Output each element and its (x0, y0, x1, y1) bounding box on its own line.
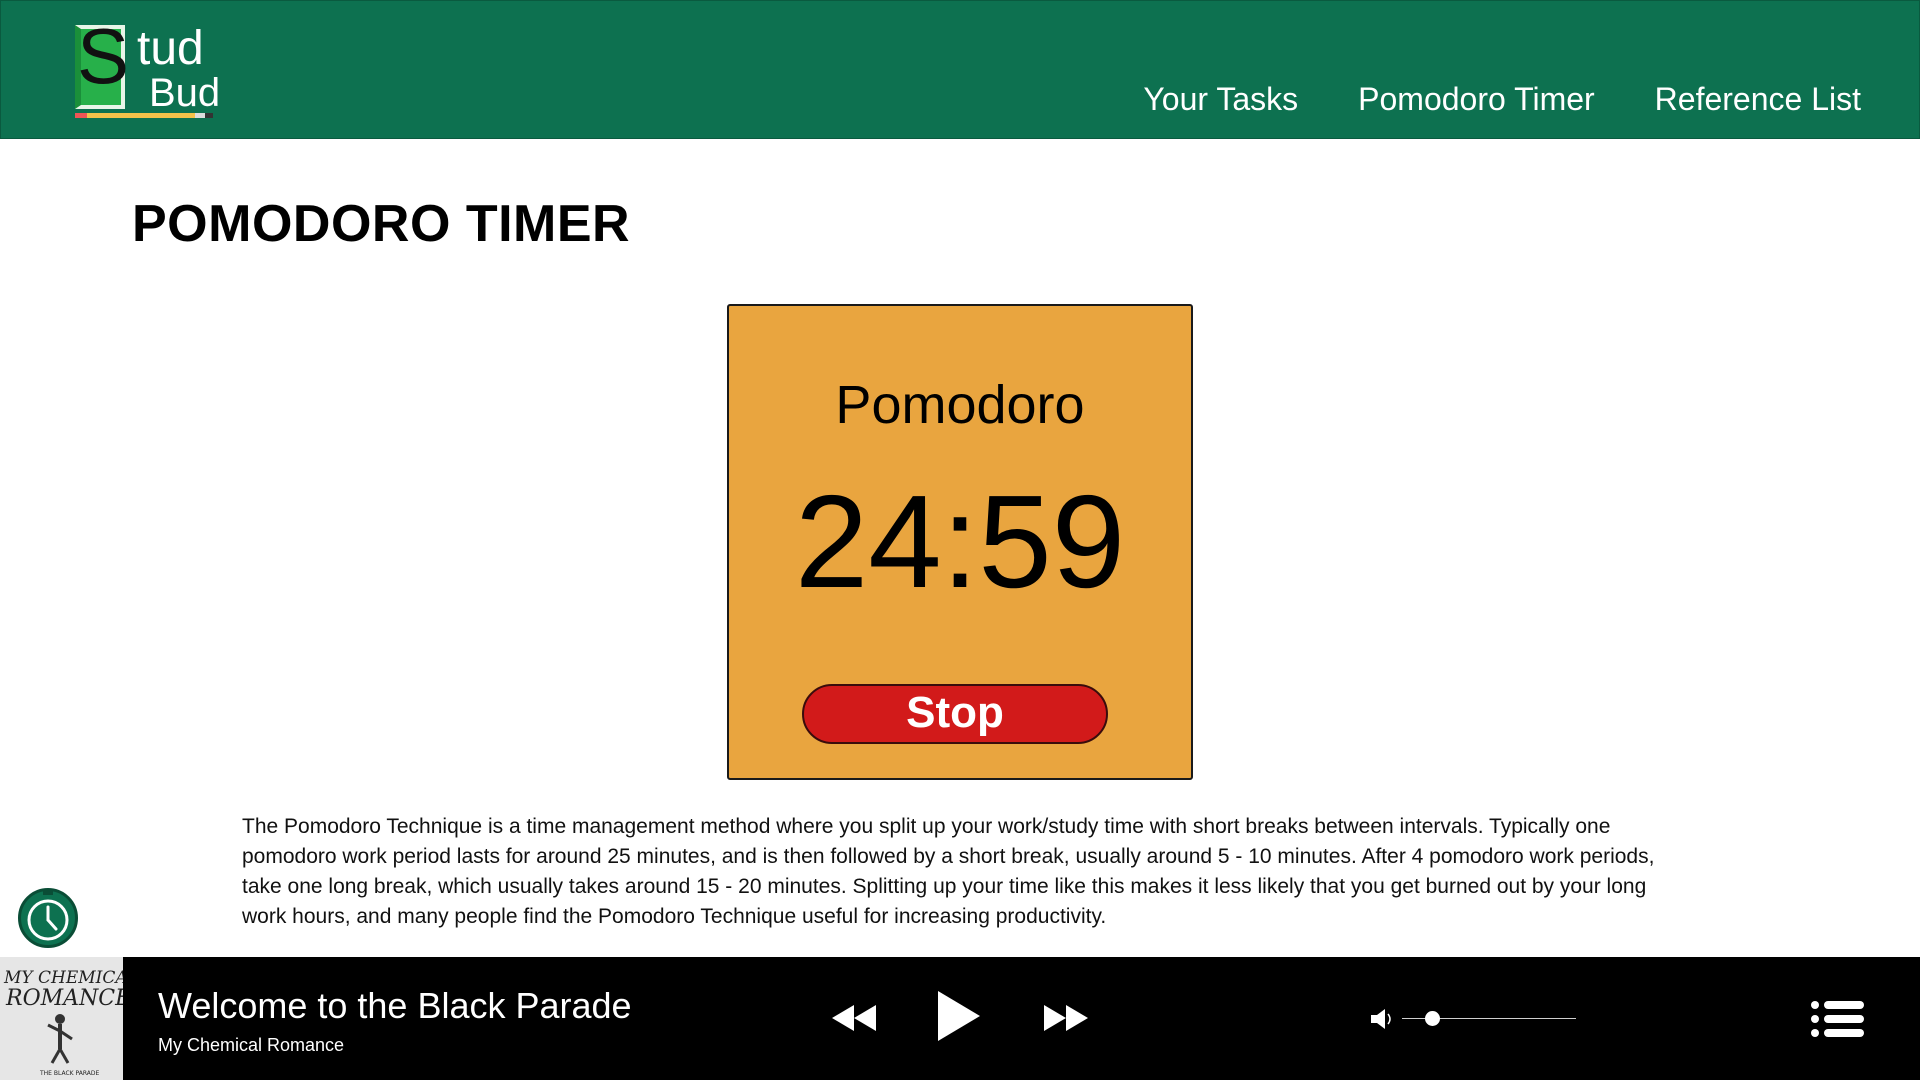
logo-line-1: tud (137, 22, 204, 75)
rewind-icon[interactable] (830, 1001, 878, 1035)
timer-card: Pomodoro 24:59 Stop (727, 304, 1193, 780)
nav-pomodoro-timer[interactable]: Pomodoro Timer (1358, 81, 1595, 118)
volume-slider-knob[interactable] (1424, 1011, 1440, 1026)
page-title: POMODORO TIMER (132, 195, 631, 253)
main-nav: Your Tasks Pomodoro Timer Reference List (1143, 81, 1861, 118)
timer-mode-label: Pomodoro (835, 375, 1085, 435)
album-band-text-2: ROMANCE (5, 986, 123, 1011)
pomodoro-description: The Pomodoro Technique is a time managem… (242, 815, 1655, 928)
album-caption-text: THE BLACK PARADE (39, 1070, 99, 1077)
album-art: MY CHEMICAL ROMANCE THE BLACK PARADE (0, 957, 123, 1080)
clock-button[interactable] (18, 888, 78, 948)
music-player: MY CHEMICAL ROMANCE THE BLACK PARADE Wel… (0, 957, 1920, 1080)
header: S tud Bud Your Tasks Pomodoro Timer Refe… (0, 0, 1920, 139)
studbud-logo[interactable]: S tud Bud (73, 17, 223, 123)
nav-your-tasks[interactable]: Your Tasks (1143, 81, 1298, 118)
play-icon[interactable] (934, 989, 982, 1043)
logo-pencil-icon (75, 113, 213, 118)
clock-icon (27, 891, 69, 941)
album-band-text: MY CHEMICAL (3, 968, 123, 988)
fast-forward-icon[interactable] (1042, 1001, 1090, 1035)
stop-button[interactable]: Stop (802, 684, 1108, 744)
page: S tud Bud Your Tasks Pomodoro Timer Refe… (0, 0, 1920, 1080)
volume-icon[interactable] (1370, 1007, 1396, 1031)
album-cover-image: MY CHEMICAL ROMANCE THE BLACK PARADE (0, 957, 123, 1080)
track-title: Welcome to the Black Parade (158, 985, 632, 1026)
logo-letter: S (77, 12, 130, 100)
logo-line-2: Bud (149, 71, 221, 115)
timer-countdown: 24:59 (794, 468, 1126, 615)
playlist-icon[interactable] (1810, 999, 1866, 1039)
nav-reference-list[interactable]: Reference List (1655, 81, 1861, 118)
track-artist: My Chemical Romance (158, 1035, 345, 1055)
